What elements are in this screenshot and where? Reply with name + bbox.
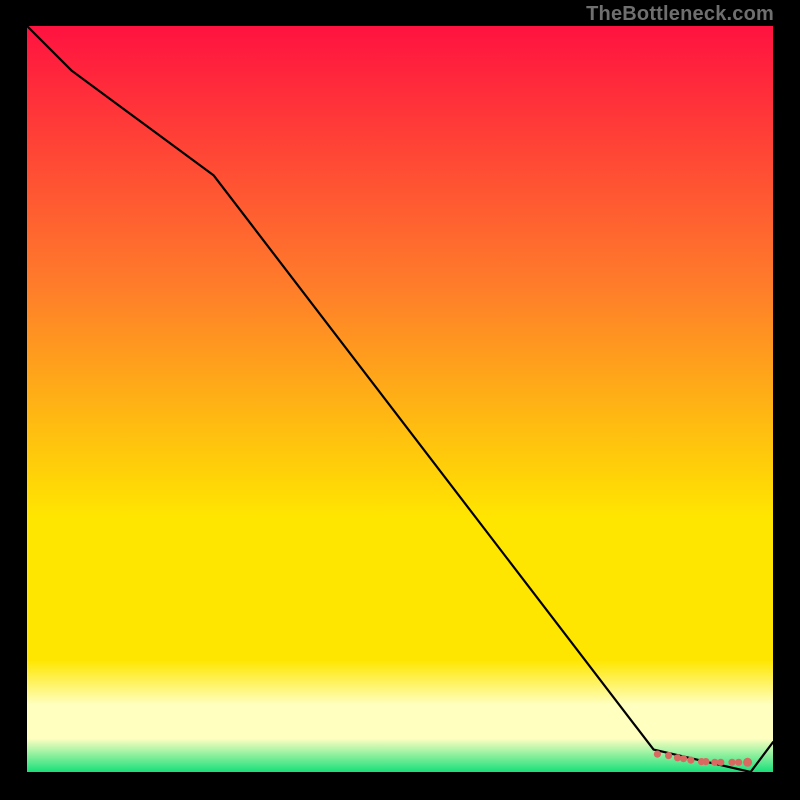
marker-point: [665, 752, 672, 759]
marker-group: [654, 751, 752, 767]
marker-point: [717, 759, 724, 766]
marker-point: [687, 757, 694, 764]
watermark-text: TheBottleneck.com: [586, 3, 774, 26]
chart-stage: TheBottleneck.com: [0, 0, 800, 800]
curve-line: [27, 26, 773, 772]
marker-point: [728, 759, 735, 766]
marker-point: [680, 755, 687, 762]
plot-area: [27, 26, 773, 772]
marker-point: [702, 758, 709, 765]
marker-point: [743, 758, 752, 767]
marker-point: [735, 759, 742, 766]
marker-point: [654, 751, 661, 758]
data-layer: [27, 26, 773, 772]
